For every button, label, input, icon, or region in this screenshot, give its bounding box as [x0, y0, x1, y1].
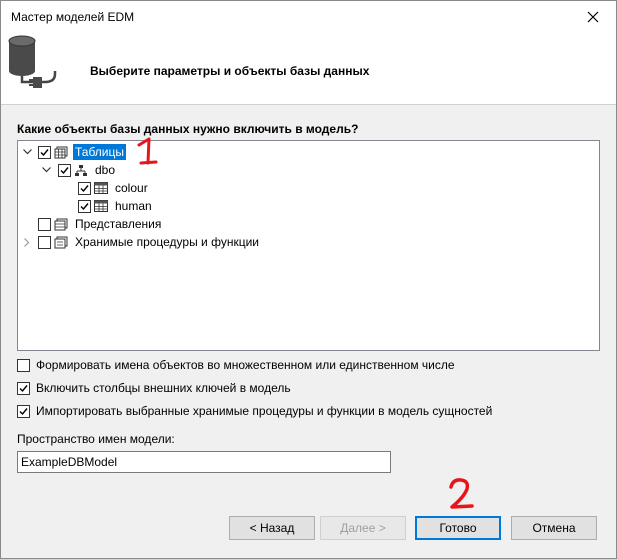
- wizard-header: Выберите параметры и объекты базы данных: [1, 32, 616, 105]
- colour-checkbox[interactable]: [78, 181, 91, 195]
- procs-label: Хранимые процедуры и функции: [75, 235, 259, 249]
- table-icon: [93, 198, 109, 214]
- pluralize-option[interactable]: Формировать имена объектов во множествен…: [17, 358, 455, 372]
- annotation-number-one: [137, 137, 158, 165]
- procs-checkbox[interactable]: [38, 235, 51, 249]
- checkmark-icon: [19, 384, 28, 392]
- tables-label: Таблицы: [73, 144, 127, 160]
- namespace-label: Пространство имен модели:: [17, 432, 175, 446]
- chevron-down-icon: [22, 149, 32, 155]
- import-procs-option[interactable]: Импортировать выбранные хранимые процеду…: [17, 404, 492, 418]
- close-button[interactable]: [570, 1, 616, 32]
- checkmark-icon: [80, 184, 89, 192]
- title-bar: Мастер моделей EDM: [1, 1, 616, 32]
- tree-node-procs[interactable]: Хранимые процедуры и функции: [38, 233, 261, 251]
- annotation-number-two: [449, 478, 474, 509]
- foreign-keys-checkbox[interactable]: [17, 381, 30, 395]
- edm-wizard-window: Мастер моделей EDM Выберите параметры и …: [0, 0, 617, 559]
- database-connection-icon: [8, 35, 57, 88]
- checkmark-icon: [40, 148, 49, 156]
- colour-label: colour: [115, 181, 148, 195]
- back-button[interactable]: < Назад: [229, 516, 315, 540]
- objects-section-label: Какие объекты базы данных нужно включить…: [17, 122, 359, 136]
- procs-expander[interactable]: [21, 233, 33, 251]
- foreign-keys-option[interactable]: Включить столбцы внешних ключей в модель: [17, 381, 291, 395]
- next-button[interactable]: Далее >: [320, 516, 406, 540]
- tree-node-colour[interactable]: colour: [78, 179, 150, 197]
- chevron-right-icon: [24, 237, 30, 247]
- human-label: human: [115, 199, 152, 213]
- finish-button[interactable]: Готово: [415, 516, 501, 540]
- checkmark-icon: [60, 166, 69, 174]
- checkmark-icon: [19, 407, 28, 415]
- tree-node-tables[interactable]: Таблицы: [38, 143, 127, 161]
- namespace-input[interactable]: [17, 451, 391, 473]
- tree-node-dbo[interactable]: dbo: [58, 161, 117, 179]
- dbo-label: dbo: [95, 163, 116, 177]
- tables-checkbox[interactable]: [38, 145, 51, 159]
- tables-expander[interactable]: [21, 143, 33, 161]
- cancel-button[interactable]: Отмена: [511, 516, 597, 540]
- tree-node-views[interactable]: Представления: [38, 215, 163, 233]
- import-procs-label: Импортировать выбранные хранимые процеду…: [36, 404, 493, 418]
- table-icon: [93, 180, 109, 196]
- pluralize-checkbox[interactable]: [17, 358, 30, 372]
- header-text: Выберите параметры и объекты базы данных: [90, 64, 370, 78]
- import-procs-checkbox[interactable]: [17, 404, 30, 418]
- views-folder-icon: [53, 216, 69, 232]
- checkmark-icon: [80, 202, 89, 210]
- chevron-down-icon: [41, 167, 51, 173]
- database-objects-tree[interactable]: Таблицы dbo colour human Представления Х…: [17, 140, 600, 351]
- dbo-checkbox[interactable]: [58, 163, 71, 177]
- human-checkbox[interactable]: [78, 199, 91, 213]
- views-checkbox[interactable]: [38, 217, 51, 231]
- tree-node-human[interactable]: human: [78, 197, 154, 215]
- foreign-keys-label: Включить столбцы внешних ключей в модель: [36, 381, 291, 395]
- schema-icon: [73, 162, 89, 178]
- window-title: Мастер моделей EDM: [11, 10, 135, 24]
- close-icon: [587, 11, 599, 22]
- procs-folder-icon: [53, 234, 69, 250]
- views-label: Представления: [75, 217, 162, 231]
- pluralize-label: Формировать имена объектов во множествен…: [36, 358, 455, 372]
- dbo-expander[interactable]: [40, 161, 52, 179]
- tables-folder-icon: [53, 144, 69, 160]
